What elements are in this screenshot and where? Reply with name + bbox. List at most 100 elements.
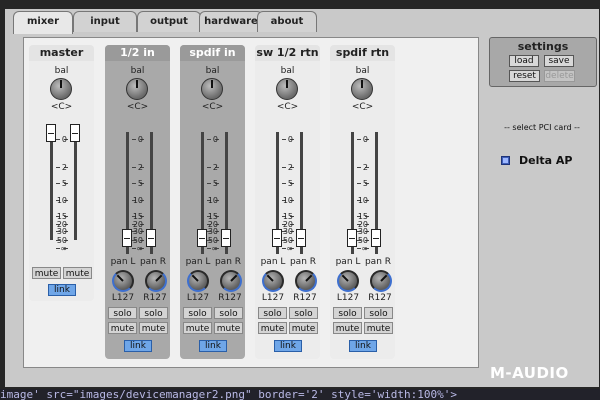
- solo-right-button[interactable]: solo: [364, 307, 393, 319]
- solo-left-button[interactable]: solo: [333, 307, 362, 319]
- scale-label: 30: [357, 227, 368, 236]
- mute-right-button[interactable]: mute: [214, 322, 243, 334]
- fader-right-thumb[interactable]: [70, 124, 80, 142]
- scale-label: ∞: [286, 244, 293, 253]
- channel-strip: spdif rtn bal <C> 0 2 5 10 15 20 30 50 ∞ pan Lpan RL…: [330, 45, 395, 359]
- pan-right-knob[interactable]: [145, 270, 167, 292]
- balance-value: <C>: [201, 102, 224, 112]
- scale-label: ∞: [136, 244, 143, 253]
- mute-left-button[interactable]: mute: [108, 322, 137, 334]
- reset-button[interactable]: reset: [509, 70, 540, 82]
- pan-right-value: R127: [218, 293, 242, 303]
- fader-right-thumb[interactable]: [296, 229, 306, 247]
- scale-label: 5: [362, 179, 368, 188]
- pan-left-knob[interactable]: [187, 270, 209, 292]
- balance-label: bal: [205, 66, 220, 76]
- tab-hardware[interactable]: hardware: [199, 11, 263, 32]
- link-button[interactable]: link: [274, 340, 302, 352]
- solo-left-button[interactable]: solo: [183, 307, 212, 319]
- scale-label: 30: [207, 227, 218, 236]
- mute-right-button[interactable]: mute: [63, 267, 92, 279]
- mute-left-button[interactable]: mute: [333, 322, 362, 334]
- link-button[interactable]: link: [124, 340, 152, 352]
- balance-knob[interactable]: [50, 78, 72, 100]
- scale-label: 30: [282, 227, 293, 236]
- pan-right-value: R127: [368, 293, 392, 303]
- pan-left-value: L127: [336, 293, 360, 303]
- solo-right-button[interactable]: solo: [139, 307, 168, 319]
- scale-label: ∞: [60, 244, 67, 253]
- strip-title: 1/2 in: [105, 45, 170, 61]
- link-button[interactable]: link: [349, 340, 377, 352]
- select-pci-card-label: -- select PCI card --: [504, 123, 580, 132]
- balance-label: bal: [130, 66, 145, 76]
- pan-left-label: pan L: [185, 257, 211, 267]
- link-button[interactable]: link: [48, 284, 76, 296]
- solo-left-button[interactable]: solo: [108, 307, 137, 319]
- mute-left-button[interactable]: mute: [32, 267, 61, 279]
- link-button[interactable]: link: [199, 340, 227, 352]
- pan-left-knob[interactable]: [337, 270, 359, 292]
- pan-right-knob[interactable]: [370, 270, 392, 292]
- strip-title: master: [29, 45, 94, 61]
- code-editor-line: image' src="images/devicemanager2.png" b…: [0, 389, 600, 400]
- mute-right-button[interactable]: mute: [289, 322, 318, 334]
- tab-mixer[interactable]: mixer: [13, 11, 73, 34]
- fader-right-thumb[interactable]: [221, 229, 231, 247]
- fader-right-thumb[interactable]: [146, 229, 156, 247]
- scale-label: 0: [212, 135, 218, 144]
- scale-label: 5: [287, 179, 293, 188]
- pan-left-value: L127: [111, 293, 135, 303]
- tab-about[interactable]: about: [257, 11, 317, 32]
- pan-right-label: pan R: [364, 257, 392, 267]
- tab-input[interactable]: input: [73, 11, 137, 32]
- balance-knob[interactable]: [351, 78, 373, 100]
- balance-label: bal: [54, 66, 69, 76]
- scale-label: 2: [287, 163, 293, 172]
- mute-left-button[interactable]: mute: [183, 322, 212, 334]
- solo-left-button[interactable]: solo: [258, 307, 287, 319]
- mute-right-button[interactable]: mute: [139, 322, 168, 334]
- load-button[interactable]: load: [509, 55, 539, 67]
- channel-strip: spdif in bal <C> 0 2 5 10 15 20 30 50 ∞ pan Lpan R L1…: [180, 45, 245, 359]
- pan-right-label: pan R: [289, 257, 317, 267]
- scale-label: 10: [56, 196, 67, 205]
- pan-right-knob[interactable]: [220, 270, 242, 292]
- channel-strip: sw 1/2 rtn bal <C> 0 2 5 10 15 20 30 50 ∞ pan Lpan R…: [255, 45, 320, 359]
- mute-right-button[interactable]: mute: [364, 322, 393, 334]
- settings-box: settings load save reset delete: [489, 37, 597, 87]
- delta-control-panel-window: mixer input output hardware about master…: [5, 9, 599, 387]
- save-button[interactable]: save: [544, 55, 574, 67]
- scale-label: 2: [137, 163, 143, 172]
- m-audio-logo: M-AUDIO: [490, 364, 569, 382]
- pan-right-knob[interactable]: [295, 270, 317, 292]
- balance-value: <C>: [276, 102, 299, 112]
- scale-label: 2: [61, 163, 67, 172]
- balance-knob[interactable]: [201, 78, 223, 100]
- solo-right-button[interactable]: solo: [289, 307, 318, 319]
- balance-knob[interactable]: [126, 78, 148, 100]
- channel-strip: master bal <C> 0 2 5 10 15 20 30 50 ∞ mute mute link: [29, 45, 94, 301]
- pan-left-value: L127: [261, 293, 285, 303]
- pan-right-value: R127: [293, 293, 317, 303]
- pan-right-value: R127: [143, 293, 167, 303]
- scale-label: 10: [207, 196, 218, 205]
- delete-button[interactable]: delete: [544, 70, 575, 82]
- pan-left-knob[interactable]: [262, 270, 284, 292]
- fader-right-thumb[interactable]: [371, 229, 381, 247]
- mute-left-button[interactable]: mute: [258, 322, 287, 334]
- balance-value: <C>: [50, 102, 73, 112]
- selected-checkbox-icon[interactable]: [501, 156, 510, 165]
- scale-label: 2: [362, 163, 368, 172]
- solo-right-button[interactable]: solo: [214, 307, 243, 319]
- scale-label: 5: [137, 179, 143, 188]
- pan-right-label: pan R: [139, 257, 167, 267]
- pan-left-label: pan L: [335, 257, 361, 267]
- balance-value: <C>: [351, 102, 374, 112]
- scale-label: 5: [61, 179, 67, 188]
- pan-left-knob[interactable]: [112, 270, 134, 292]
- tab-output[interactable]: output: [137, 11, 201, 32]
- strip-title: sw 1/2 rtn: [255, 45, 320, 61]
- balance-knob[interactable]: [276, 78, 298, 100]
- scale-label: ∞: [361, 244, 368, 253]
